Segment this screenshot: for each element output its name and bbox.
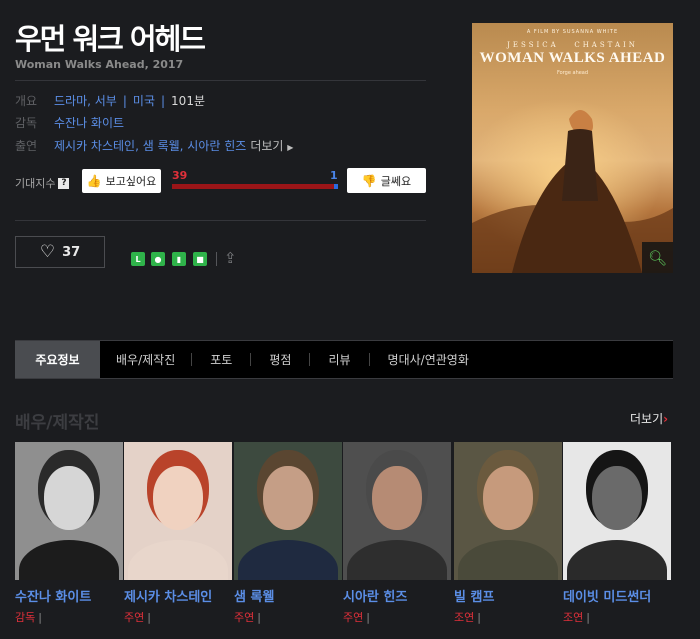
cast-card[interactable]: 시아란 힌즈주연 |	[343, 442, 451, 625]
cast-photo[interactable]	[124, 442, 232, 580]
cast-name[interactable]: 데이빗 미드썬더	[563, 586, 671, 605]
country-link[interactable]: 미국	[133, 92, 155, 109]
runtime: 101분	[171, 94, 205, 108]
tab-review[interactable]: 리뷰	[310, 341, 368, 378]
cast-key: 출연	[15, 139, 38, 153]
band-icon[interactable]: ■	[193, 252, 207, 266]
kakaostory-icon[interactable]: ●	[151, 252, 165, 266]
thumbs-up-icon: 👍	[86, 174, 102, 188]
notsure-count: 1	[330, 169, 338, 182]
poster-art	[472, 110, 673, 273]
genre-link[interactable]: 드라마	[54, 92, 87, 109]
cast-role: 감독 |	[15, 611, 42, 624]
movie-poster[interactable]: A FILM BY SUSANNA WHITE JESSICA CHASTAIN…	[472, 23, 673, 273]
like-count: 37	[62, 244, 81, 260]
overview-key: 개요	[15, 94, 38, 108]
thumbs-down-icon: 👎	[361, 173, 377, 188]
expectation-bar-fill	[172, 184, 334, 189]
divider	[15, 220, 426, 221]
want-count: 39	[172, 169, 188, 182]
cast-card[interactable]: 수잔나 화이트감독 |	[15, 442, 123, 625]
not-sure-button[interactable]: 👎 글쎄요	[347, 168, 426, 193]
bookmark-icon[interactable]: ▮	[172, 252, 186, 266]
movie-title: 우먼 워크 어헤드	[15, 22, 206, 56]
cast-name[interactable]: 수잔나 화이트	[15, 586, 123, 605]
cast-more-link[interactable]: 더보기›	[630, 410, 668, 427]
cast-name[interactable]: 제시카 차스테인	[124, 586, 232, 605]
cast-role: 조연 |	[563, 611, 590, 624]
cast-card[interactable]: 데이빗 미드썬더조연 |	[563, 442, 671, 625]
divider	[15, 80, 426, 81]
expectation-label: 기대지수 ?	[15, 175, 70, 191]
director-row: 감독 수잔나 화이트	[15, 114, 124, 131]
cast-photo[interactable]	[15, 442, 123, 580]
search-icon[interactable]: 🔍︎	[642, 242, 673, 273]
tab-photo[interactable]: 포토	[192, 341, 250, 378]
help-icon[interactable]: ?	[58, 177, 70, 189]
cast-name[interactable]: 샘 록웰	[234, 586, 342, 605]
cast-name[interactable]: 시아란 힌즈	[343, 586, 451, 605]
heart-icon: ♡	[39, 242, 56, 262]
overview-row: 개요 드라마, 서부 | 미국 | 101분	[15, 92, 205, 109]
tab-rating[interactable]: 평점	[251, 341, 309, 378]
cast-photo[interactable]	[454, 442, 562, 580]
share-out-icon[interactable]: ⇪	[224, 249, 237, 267]
cast-card[interactable]: 샘 록웰주연 |	[234, 442, 342, 625]
genre-link[interactable]: 서부	[95, 92, 117, 109]
cast-photo[interactable]	[563, 442, 671, 580]
cast-more-link[interactable]: 더보기 ▶	[250, 137, 293, 154]
want-to-see-button[interactable]: 👍 보고싶어요	[82, 169, 161, 193]
tab-main-info[interactable]: 주요정보	[15, 341, 100, 378]
cast-card[interactable]: 빌 캠프조연 |	[454, 442, 562, 625]
tab-cast-crew[interactable]: 배우/제작진	[100, 341, 191, 378]
cast-role: 주연 |	[343, 611, 370, 624]
line-icon[interactable]: L	[131, 252, 145, 266]
cast-role: 주연 |	[234, 611, 261, 624]
cast-section-heading: 배우/제작진	[15, 413, 100, 433]
cast-links[interactable]: 제시카 차스테인, 샘 록웰, 시아란 힌즈	[54, 137, 246, 154]
cast-photo[interactable]	[234, 442, 342, 580]
tab-quotes-related[interactable]: 명대사/연관영화	[370, 341, 487, 378]
cast-name[interactable]: 빌 캠프	[454, 586, 562, 605]
cast-photo[interactable]	[343, 442, 451, 580]
director-link[interactable]: 수잔나 화이트	[54, 114, 124, 131]
like-button[interactable]: ♡ 37	[15, 236, 105, 268]
cast-role: 조연 |	[454, 611, 481, 624]
cast-row: 출연 제시카 차스테인, 샘 록웰, 시아란 힌즈 더보기 ▶	[15, 137, 293, 154]
director-key: 감독	[15, 116, 38, 130]
expectation-bar	[172, 184, 338, 189]
tab-bar: 주요정보 배우/제작진 포토 평점 리뷰 명대사/연관영화	[15, 340, 673, 379]
cast-role: 주연 |	[124, 611, 151, 624]
cast-card[interactable]: 제시카 차스테인주연 |	[124, 442, 232, 625]
movie-original-title: Woman Walks Ahead, 2017	[15, 58, 184, 71]
divider	[216, 252, 217, 266]
